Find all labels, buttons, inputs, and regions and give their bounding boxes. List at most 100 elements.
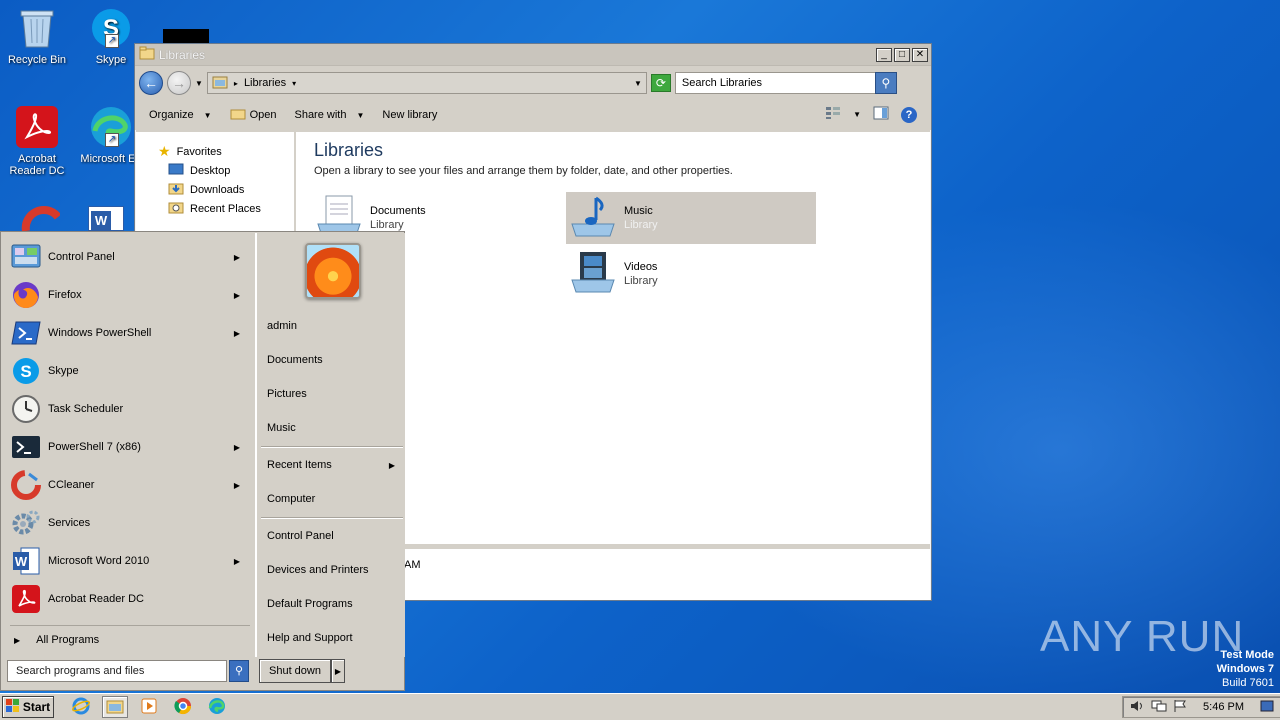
show-desktop-icon[interactable]: [1260, 699, 1274, 716]
nav-desktop-label: Desktop: [190, 164, 231, 177]
start-right-documents[interactable]: Documents: [267, 349, 403, 371]
open-button[interactable]: Open: [230, 108, 276, 123]
start-item-control-panel[interactable]: Control Panel ▶: [10, 239, 250, 275]
start-item-label: Microsoft Word 2010: [48, 555, 150, 567]
start-right-computer[interactable]: Computer: [267, 488, 403, 510]
svg-text:S: S: [20, 362, 31, 381]
start-item-microsoft-word[interactable]: W Microsoft Word 2010 ▶: [10, 543, 250, 579]
start-item-skype[interactable]: S Skype: [10, 353, 250, 389]
page-description: Open a library to see your files and arr…: [314, 165, 733, 177]
start-menu[interactable]: Control Panel ▶ Firefox ▶ Windows PowerS…: [0, 231, 405, 691]
nav-downloads[interactable]: Downloads: [136, 180, 294, 199]
new-library-label: New library: [382, 109, 438, 121]
start-item-acrobat-reader[interactable]: Acrobat Reader DC: [10, 581, 250, 617]
view-options-icon[interactable]: [825, 106, 841, 123]
edge-icon: [208, 697, 226, 718]
back-button[interactable]: ←: [139, 71, 163, 95]
start-label: Start: [22, 700, 51, 714]
start-item-services[interactable]: Services: [10, 505, 250, 541]
start-item-windows-powershell[interactable]: Windows PowerShell ▶: [10, 315, 250, 351]
breadcrumb-chevron-icon[interactable]: ▾: [292, 79, 296, 88]
recent-pages-dropdown-icon[interactable]: ▼: [195, 79, 203, 88]
start-button[interactable]: Start: [2, 696, 54, 718]
start-right-devices-printers[interactable]: Devices and Printers: [267, 559, 403, 581]
shut-down-button[interactable]: Shut down: [259, 659, 331, 683]
search-input[interactable]: Search Libraries ⚲: [674, 72, 897, 94]
nav-recent-places-label: Recent Places: [190, 202, 261, 215]
network-icon[interactable]: [1151, 699, 1167, 716]
start-right-control-panel[interactable]: Control Panel: [267, 525, 403, 547]
address-box[interactable]: ▸ Libraries ▾ ▼: [206, 72, 647, 94]
taskbar-chrome[interactable]: [170, 696, 196, 718]
address-dropdown-icon[interactable]: ▼: [634, 79, 642, 88]
help-icon[interactable]: ?: [901, 106, 917, 123]
documents-label: Documents: [267, 354, 323, 366]
submenu-arrow-icon: ▶: [233, 442, 240, 452]
title-bar[interactable]: Libraries _ □ ✕: [135, 44, 931, 66]
start-right-recent-items[interactable]: Recent Items ▶: [267, 454, 403, 476]
library-name: Documents: [370, 205, 426, 217]
taskbar-windows-explorer[interactable]: [102, 696, 128, 718]
word-desktop-icon[interactable]: W: [88, 206, 124, 231]
taskbar-media-player[interactable]: [136, 696, 162, 718]
search-icon[interactable]: ⚲: [229, 660, 249, 682]
system-tray: 5:46 PM: [1122, 696, 1280, 718]
library-videos[interactable]: Videos Library: [566, 248, 816, 300]
submenu-arrow-icon: ▶: [233, 328, 240, 338]
close-button[interactable]: ✕: [912, 47, 928, 62]
action-center-flag-icon[interactable]: [1173, 699, 1187, 716]
start-menu-separator: [10, 625, 250, 626]
library-music[interactable]: Music Library: [566, 192, 816, 244]
breadcrumb-libraries[interactable]: Libraries: [244, 77, 286, 89]
refresh-button[interactable]: ⟳: [650, 74, 671, 92]
all-programs-button[interactable]: ▶ All Programs: [10, 628, 250, 652]
edge-icon: ↗: [89, 105, 133, 149]
taskbar-clock[interactable]: 5:46 PM: [1203, 701, 1244, 713]
window-title: Libraries: [159, 47, 206, 62]
start-item-ccleaner[interactable]: CCleaner ▶: [10, 467, 250, 503]
nav-recent-places[interactable]: Recent Places: [136, 199, 294, 218]
start-right-pictures[interactable]: Pictures: [267, 383, 403, 405]
organize-button[interactable]: Organize ▼: [149, 109, 212, 121]
start-item-task-scheduler[interactable]: Task Scheduler: [10, 391, 250, 427]
gear-icon: [10, 507, 42, 539]
start-item-label: Windows PowerShell: [48, 327, 152, 339]
maximize-button[interactable]: □: [894, 47, 910, 62]
desktop-icon-recycle-bin[interactable]: Recycle Bin: [0, 6, 74, 66]
taskbar-internet-explorer[interactable]: [68, 696, 94, 718]
start-item-firefox[interactable]: Firefox ▶: [10, 277, 250, 313]
start-right-default-programs[interactable]: Default Programs: [267, 593, 403, 615]
share-with-button[interactable]: Share with ▼: [294, 109, 364, 121]
music-label: Music: [267, 422, 296, 434]
page-title: Libraries: [314, 140, 384, 160]
start-item-powershell-7[interactable]: PowerShell 7 (x86) ▶: [10, 429, 250, 465]
recent-items-label: Recent Items: [267, 459, 332, 471]
forward-button[interactable]: →: [167, 71, 191, 95]
breadcrumb-separator-icon[interactable]: ▸: [234, 79, 238, 88]
start-right-help-support[interactable]: Help and Support: [267, 627, 403, 649]
volume-icon[interactable]: [1129, 699, 1145, 716]
new-library-button[interactable]: New library: [382, 109, 437, 121]
user-name-label: admin: [267, 320, 297, 332]
start-right-music[interactable]: Music: [267, 417, 403, 439]
shut-down-options-button[interactable]: ▶: [331, 659, 345, 683]
preview-pane-icon[interactable]: [873, 106, 889, 123]
nav-favorites[interactable]: ★ Favorites: [136, 142, 294, 161]
view-dropdown-icon[interactable]: ▼: [853, 110, 861, 119]
taskbar-edge[interactable]: [204, 696, 230, 718]
search-icon[interactable]: ⚲: [874, 72, 897, 94]
search-placeholder: Search Libraries: [681, 77, 763, 89]
nav-desktop[interactable]: Desktop: [136, 161, 294, 180]
downloads-icon: [168, 181, 184, 198]
taskbar: Start 5:46 PM: [0, 693, 1280, 720]
start-search-input[interactable]: Search programs and files: [7, 660, 227, 682]
help-support-label: Help and Support: [267, 632, 353, 644]
default-programs-label: Default Programs: [267, 598, 353, 610]
skype-icon: S: [10, 355, 42, 387]
ccleaner-desktop-icon[interactable]: [20, 205, 62, 232]
minimize-button[interactable]: _: [876, 47, 892, 62]
desktop-icon-acrobat[interactable]: Acrobat Reader DC: [0, 105, 74, 177]
start-right-admin[interactable]: admin: [267, 315, 403, 337]
user-avatar[interactable]: [305, 243, 361, 299]
start-item-label: PowerShell 7 (x86): [48, 441, 141, 453]
